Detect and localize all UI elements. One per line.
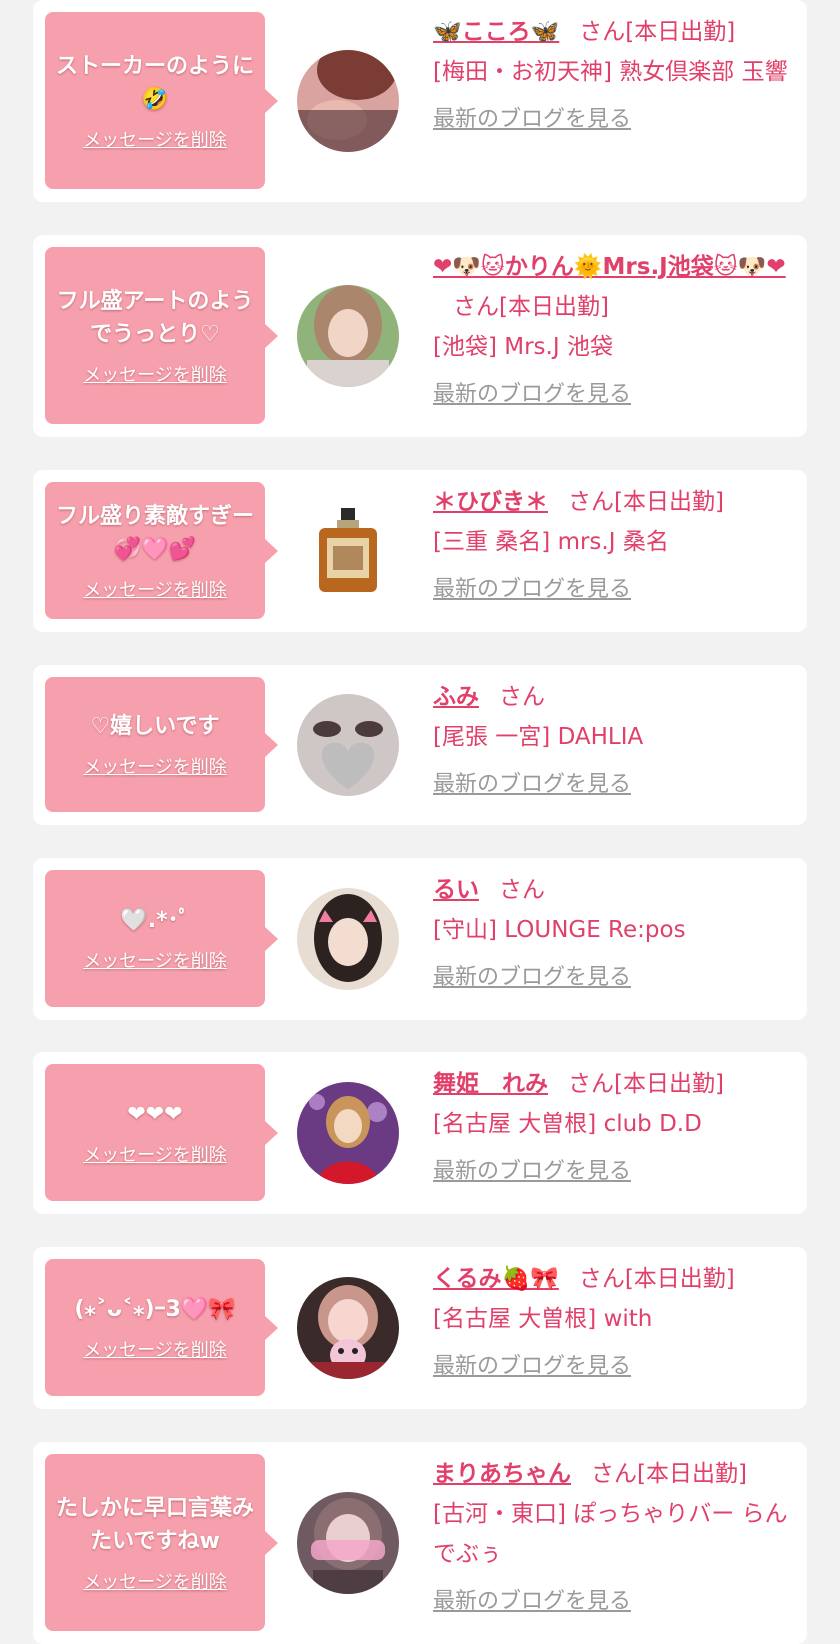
message-card: たしかに早口言葉みたいですねw メッセージを削除 まりあちゃん さん[本日出勤] … — [33, 1442, 807, 1644]
cast-name-link[interactable]: 舞姫 れみ — [433, 1071, 548, 1097]
cast-status: さん[本日出勤] — [568, 489, 724, 515]
message-bubble: ❤❤❤ メッセージを削除 — [45, 1064, 278, 1201]
message-text: たしかに早口言葉みたいですねw — [55, 1495, 254, 1554]
cast-status: さん[本日出勤] — [591, 1461, 747, 1487]
message-text: ♡嬉しいです — [90, 714, 220, 739]
cast-status: さん[本日出勤] — [568, 1071, 724, 1097]
cast-avatar[interactable] — [297, 285, 399, 387]
shop-info: [守山] LOUNGE Re:pos — [433, 917, 686, 943]
cast-name-link[interactable]: ❤🐶🐱かりん🌞Mrs.J池袋🐱🐶❤ — [433, 254, 786, 280]
cast-status: さん[本日出勤] — [578, 1266, 735, 1292]
cast-status: さん — [499, 877, 545, 903]
cast-info: くるみ🍓🎀 さん[本日出勤] [名古屋 大曽根] with 最新のブログを見る — [433, 1259, 793, 1387]
shop-info: [古河・東口] ぽっちゃりバー らんでぶぅ — [433, 1501, 788, 1567]
latest-blog-link[interactable]: 最新のブログを見る — [433, 765, 631, 805]
avatar-photo — [297, 694, 399, 796]
cast-status: さん[本日出勤] — [453, 294, 609, 320]
message-text: フル盛り素敵すぎー💞🩷💕 — [55, 503, 254, 562]
message-text: 🤍.*･ﾟ — [120, 908, 190, 933]
cast-avatar[interactable] — [297, 694, 399, 796]
delete-message-link[interactable]: メッセージを削除 — [83, 1141, 227, 1167]
cast-name-link[interactable]: ＊ひびき＊ — [433, 489, 548, 515]
message-bubble: 🤍.*･ﾟ メッセージを削除 — [45, 870, 278, 1007]
avatar-photo — [297, 1082, 399, 1184]
shop-info: [名古屋 大曽根] club D.D — [433, 1111, 702, 1137]
whisky-bottle-photo — [297, 500, 399, 602]
cast-avatar[interactable] — [297, 888, 399, 990]
cast-avatar[interactable] — [297, 1492, 399, 1594]
message-bubble: (⁎˃ᴗ˂⁎)ｰ3🩷🎀 メッセージを削除 — [45, 1259, 278, 1396]
shop-info: [三重 桑名] mrs.J 桑名 — [433, 529, 669, 555]
message-text: (⁎˃ᴗ˂⁎)ｰ3🩷🎀 — [74, 1297, 236, 1322]
shop-info: [池袋] Mrs.J 池袋 — [433, 334, 613, 360]
cast-info: るい さん [守山] LOUNGE Re:pos 最新のブログを見る — [433, 870, 793, 998]
latest-blog-link[interactable]: 最新のブログを見る — [433, 1582, 631, 1622]
cast-info: ＊ひびき＊ さん[本日出勤] [三重 桑名] mrs.J 桑名 最新のブログを見る — [433, 482, 793, 610]
cast-name-link[interactable]: くるみ🍓🎀 — [433, 1266, 559, 1292]
cast-name-link[interactable]: まりあちゃん — [433, 1461, 571, 1487]
cast-info: 🦋こころ🦋 さん[本日出勤] [梅田・お初天神] 熟女倶楽部 玉響 最新のブログを… — [433, 12, 793, 140]
cast-name-link[interactable]: るい — [433, 877, 479, 903]
message-card: (⁎˃ᴗ˂⁎)ｰ3🩷🎀 メッセージを削除 くるみ🍓🎀 さん[本日出勤] [名古屋 … — [33, 1247, 807, 1409]
cast-avatar[interactable] — [297, 1082, 399, 1184]
cast-info: ❤🐶🐱かりん🌞Mrs.J池袋🐱🐶❤さん[本日出勤] [池袋] Mrs.J 池袋 … — [433, 247, 793, 415]
cast-avatar[interactable] — [297, 1277, 399, 1379]
message-text: ストーカーのように🤣 — [55, 53, 254, 112]
message-card: ストーカーのように🤣 メッセージを削除 🦋こころ🦋 さん[本日出勤] [梅田・お初… — [33, 0, 807, 202]
cast-avatar[interactable] — [297, 500, 399, 602]
latest-blog-link[interactable]: 最新のブログを見る — [433, 1347, 631, 1387]
latest-blog-link[interactable]: 最新のブログを見る — [433, 1152, 631, 1192]
avatar-photo — [297, 285, 399, 387]
avatar-photo — [297, 1277, 399, 1379]
message-card: フル盛アートのようでうっとり♡ メッセージを削除 ❤🐶🐱かりん🌞Mrs.J池袋🐱… — [33, 235, 807, 437]
cast-info: ふみ さん [尾張 一宮] DAHLIA 最新のブログを見る — [433, 677, 793, 805]
delete-message-link[interactable]: メッセージを削除 — [83, 361, 227, 387]
message-bubble: フル盛り素敵すぎー💞🩷💕 メッセージを削除 — [45, 482, 278, 619]
cast-info: 舞姫 れみ さん[本日出勤] [名古屋 大曽根] club D.D 最新のブログを… — [433, 1064, 793, 1192]
shop-info: [名古屋 大曽根] with — [433, 1306, 653, 1332]
message-card: ♡嬉しいです メッセージを削除 ふみ さん [尾張 一宮] DAHLIA 最新のブ… — [33, 665, 807, 825]
message-list: ストーカーのように🤣 メッセージを削除 🦋こころ🦋 さん[本日出勤] [梅田・お初… — [0, 0, 840, 1644]
cast-status: さん — [499, 684, 545, 710]
cast-info: まりあちゃん さん[本日出勤] [古河・東口] ぽっちゃりバー らんでぶぅ 最新の… — [433, 1454, 793, 1622]
message-text: フル盛アートのようでうっとり♡ — [56, 288, 254, 347]
message-bubble: ストーカーのように🤣 メッセージを削除 — [45, 12, 278, 189]
latest-blog-link[interactable]: 最新のブログを見る — [433, 100, 631, 140]
delete-message-link[interactable]: メッセージを削除 — [83, 1336, 227, 1362]
shop-info: [尾張 一宮] DAHLIA — [433, 724, 644, 750]
latest-blog-link[interactable]: 最新のブログを見る — [433, 570, 631, 610]
avatar-photo — [297, 50, 399, 152]
latest-blog-link[interactable]: 最新のブログを見る — [433, 958, 631, 998]
message-text: ❤❤❤ — [127, 1102, 183, 1127]
avatar-photo — [297, 1492, 399, 1594]
delete-message-link[interactable]: メッセージを削除 — [83, 576, 227, 602]
message-bubble: ♡嬉しいです メッセージを削除 — [45, 677, 278, 812]
avatar-photo — [297, 888, 399, 990]
latest-blog-link[interactable]: 最新のブログを見る — [433, 375, 631, 415]
message-bubble: たしかに早口言葉みたいですねw メッセージを削除 — [45, 1454, 278, 1631]
delete-message-link[interactable]: メッセージを削除 — [83, 126, 227, 152]
shop-info: [梅田・お初天神] 熟女倶楽部 玉響 — [433, 59, 788, 85]
message-card: ❤❤❤ メッセージを削除 舞姫 れみ さん[本日出勤] [名古屋 大曽根] clu… — [33, 1052, 807, 1214]
delete-message-link[interactable]: メッセージを削除 — [83, 753, 227, 779]
cast-name-link[interactable]: ふみ — [433, 684, 479, 710]
message-card: 🤍.*･ﾟ メッセージを削除 るい さん [守山] LOUNGE Re:pos 最… — [33, 858, 807, 1020]
delete-message-link[interactable]: メッセージを削除 — [83, 947, 227, 973]
message-card: フル盛り素敵すぎー💞🩷💕 メッセージを削除 ＊ひびき＊ さん[本日出勤] [三重 … — [33, 470, 807, 632]
message-bubble: フル盛アートのようでうっとり♡ メッセージを削除 — [45, 247, 278, 424]
cast-name-link[interactable]: 🦋こころ🦋 — [433, 19, 559, 45]
cast-avatar[interactable] — [297, 50, 399, 152]
cast-status: さん[本日出勤] — [579, 19, 736, 45]
delete-message-link[interactable]: メッセージを削除 — [83, 1568, 227, 1594]
